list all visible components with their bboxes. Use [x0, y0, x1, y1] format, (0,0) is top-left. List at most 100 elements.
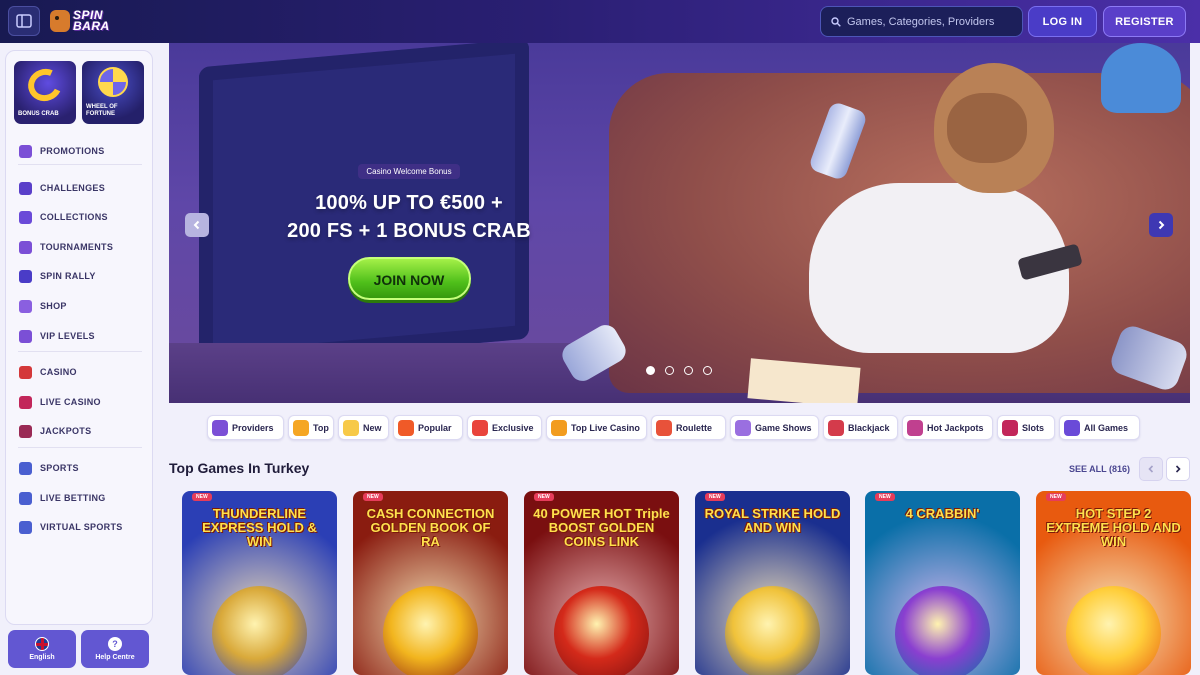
game-title: CASH CONNECTION GOLDEN BOOK OF RA	[366, 506, 495, 549]
category-label: Game Shows	[755, 422, 812, 433]
new-badge: NEW	[705, 493, 725, 501]
sidebar-item-casino[interactable]: CASINO	[19, 363, 77, 381]
game-title: THUNDERLINE EXPRESS HOLD & WIN	[202, 506, 317, 549]
wheel-of-fortune-label: WHEEL OF FORTUNE	[86, 104, 118, 117]
sidebar-item-label: SHOP	[40, 301, 67, 311]
category-game-shows[interactable]: Game Shows	[730, 415, 819, 440]
see-all-link[interactable]: SEE ALL (816)	[1069, 464, 1130, 474]
flag-icon	[19, 269, 32, 283]
category-icon	[907, 420, 923, 436]
collection-icon	[19, 210, 32, 224]
search-input[interactable]	[847, 15, 1017, 28]
sidebar-item-live-betting[interactable]: LIVE BETTING	[19, 489, 106, 507]
category-slots[interactable]: Slots	[997, 415, 1055, 440]
game-card[interactable]: NEW ROYAL STRIKE HOLD AND WIN	[695, 491, 850, 675]
category-label: Top	[313, 422, 329, 433]
help-centre-button[interactable]: ? Help Centre	[81, 630, 149, 668]
sidebar-item-shop[interactable]: SHOP	[19, 297, 67, 315]
logo-text-bottom: BARA	[73, 19, 110, 33]
cap-illustration	[1101, 43, 1181, 113]
category-popular[interactable]: Popular	[393, 415, 463, 440]
category-label: Slots	[1022, 422, 1045, 433]
sidebar-item-vip-levels[interactable]: VIP LEVELS	[19, 327, 95, 345]
sidebar-item-virtual-sports[interactable]: VIRTUAL SPORTS	[19, 518, 123, 536]
category-icon	[343, 420, 359, 436]
category-new[interactable]: New	[338, 415, 389, 440]
category-exclusive[interactable]: Exclusive	[467, 415, 542, 440]
game-card[interactable]: NEW 4 CRABBIN'	[865, 491, 1020, 675]
sidebar-item-label: TOURNAMENTS	[40, 242, 114, 252]
category-label: Exclusive	[492, 422, 534, 433]
category-icon	[656, 420, 672, 436]
crown-icon	[19, 329, 32, 343]
sidebar-item-sports[interactable]: SPORTS	[19, 459, 79, 477]
game-card[interactable]: NEW THUNDERLINE EXPRESS HOLD & WIN	[182, 491, 337, 675]
category-label: Top Live Casino	[571, 422, 640, 433]
hero-dot[interactable]	[665, 366, 674, 375]
login-button[interactable]: LOG IN	[1028, 6, 1097, 37]
sidebar-item-jackpots[interactable]: JACKPOTS	[19, 422, 91, 440]
live-icon	[19, 491, 32, 505]
sidebar-item-collections[interactable]: COLLECTIONS	[19, 208, 108, 226]
ball-icon	[19, 461, 32, 475]
category-roulette[interactable]: Roulette	[651, 415, 726, 440]
join-now-button[interactable]: JOIN NOW	[347, 257, 471, 300]
category-label: Roulette	[676, 422, 712, 433]
register-button[interactable]: REGISTER	[1103, 6, 1186, 37]
help-icon: ?	[108, 637, 122, 651]
game-card[interactable]: NEW CASH CONNECTION GOLDEN BOOK OF RA	[353, 491, 508, 675]
category-icon	[398, 420, 414, 436]
games-prev-button[interactable]	[1139, 457, 1163, 481]
help-centre-label: Help Centre	[95, 654, 135, 661]
wheel-of-fortune-tile[interactable]: WHEEL OF FORTUNE	[82, 61, 144, 124]
category-hot-jackpots[interactable]: Hot Jackpots	[902, 415, 993, 440]
new-badge: NEW	[1046, 493, 1066, 501]
hero-next-button[interactable]	[1149, 213, 1173, 237]
language-label: English	[29, 654, 55, 661]
category-blackjack[interactable]: Blackjack	[823, 415, 898, 440]
sidebar-item-label: CHALLENGES	[40, 183, 106, 193]
logo[interactable]: SPIN BARA	[50, 6, 122, 36]
sidebar-item-tournaments[interactable]: TOURNAMENTS	[19, 238, 113, 256]
hero-dot[interactable]	[703, 366, 712, 375]
sidebar-item-promotions[interactable]: PROMOTIONS	[19, 142, 105, 160]
search-icon	[831, 16, 841, 27]
game-card[interactable]: NEW HOT STEP 2 EXTREME HOLD AND WIN	[1036, 491, 1191, 675]
game-card[interactable]: NEW 40 POWER HOT Triple BOOST GOLDEN COIN…	[524, 491, 679, 675]
game-artwork	[212, 586, 307, 675]
slot-icon	[19, 365, 32, 379]
games-next-button[interactable]	[1166, 457, 1190, 481]
hero-dot[interactable]	[646, 366, 655, 375]
new-badge: NEW	[534, 493, 554, 501]
sidebar-item-label: PROMOTIONS	[40, 146, 105, 156]
category-all-games[interactable]: All Games	[1059, 415, 1140, 440]
category-label: Providers	[232, 422, 274, 433]
hero-banner[interactable]: Casino Welcome Bonus 100% UP TO €500 + 2…	[169, 43, 1190, 403]
hero-dot[interactable]	[684, 366, 693, 375]
language-button[interactable]: English	[8, 630, 76, 668]
sidebar-item-challenges[interactable]: CHALLENGES	[19, 179, 105, 197]
game-artwork	[725, 586, 820, 675]
hero-badge: Casino Welcome Bonus	[358, 164, 460, 179]
category-label: All Games	[1084, 422, 1129, 433]
category-top-live-casino[interactable]: Top Live Casino	[546, 415, 647, 440]
sidebar-divider	[18, 351, 142, 352]
sidebar-toggle-button[interactable]	[8, 6, 40, 36]
chevron-left-icon	[1148, 465, 1154, 473]
chevron-right-icon	[1175, 465, 1181, 473]
sidebar-item-label: CASINO	[40, 367, 77, 377]
search-box[interactable]	[820, 6, 1023, 37]
category-top[interactable]: Top	[288, 415, 334, 440]
tournament-icon	[19, 240, 32, 254]
trophy-icon	[19, 181, 32, 195]
new-badge: NEW	[192, 493, 212, 501]
sidebar-item-spin-rally[interactable]: SPIN RALLY	[19, 267, 96, 285]
sidebar-item-live-casino[interactable]: LIVE CASINO	[19, 393, 101, 411]
sidebar-divider	[18, 164, 142, 165]
category-providers[interactable]: Providers	[207, 415, 284, 440]
sidebar-item-label: VIRTUAL SPORTS	[40, 522, 123, 532]
bonus-crab-tile[interactable]: BONUS CRAB	[14, 61, 76, 124]
hero-prev-button[interactable]	[185, 213, 209, 237]
sidebar-item-label: SPORTS	[40, 463, 79, 473]
virtual-icon	[19, 520, 32, 534]
